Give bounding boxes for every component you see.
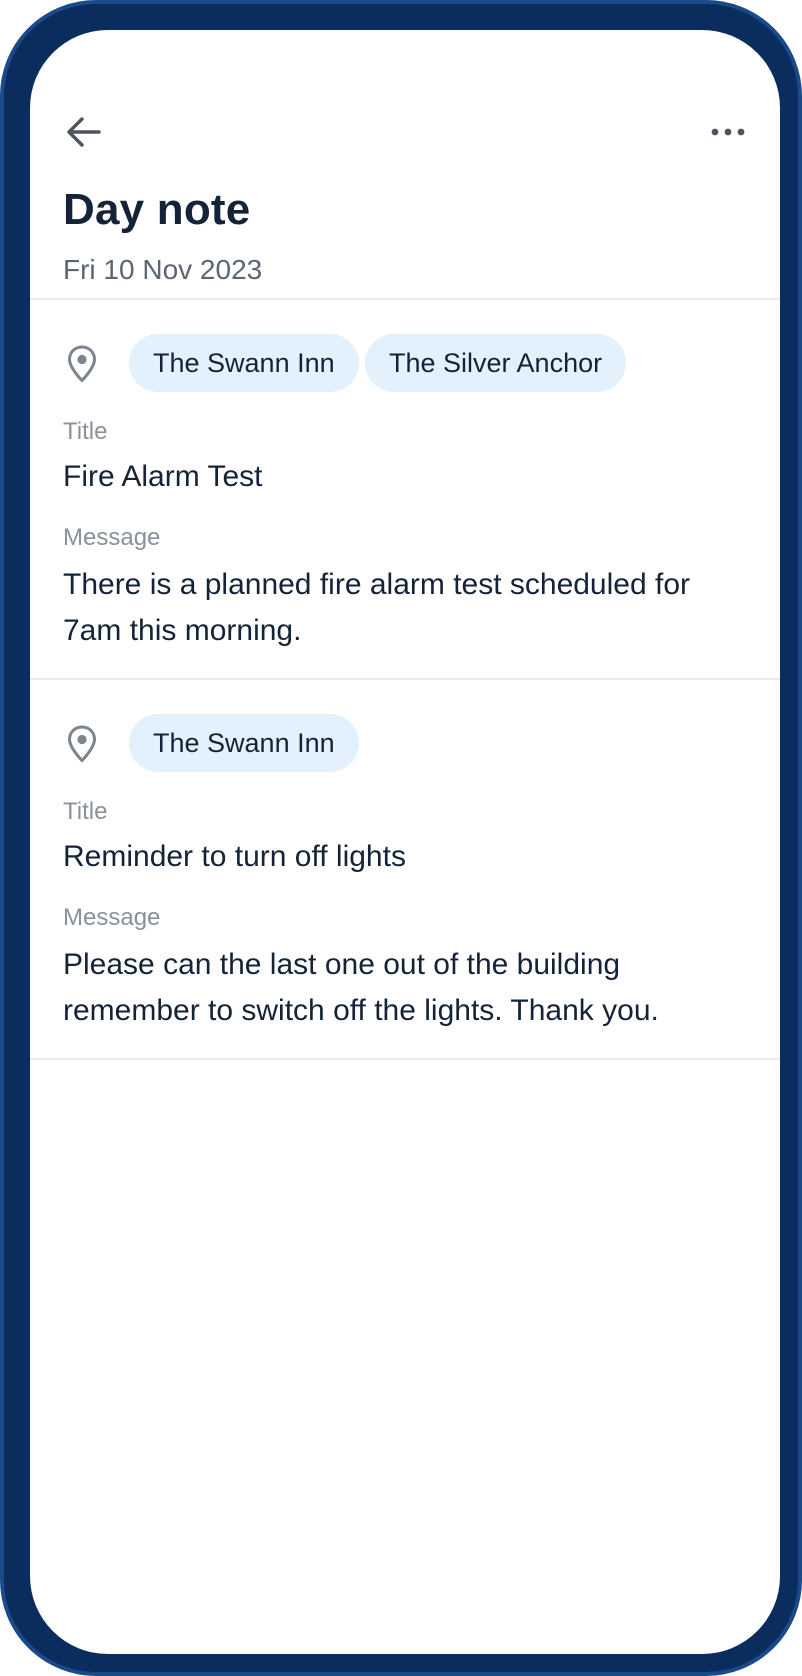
location-row: The Swann Inn The Silver Anchor — [30, 334, 780, 392]
page-date: Fri 10 Nov 2023 — [63, 254, 263, 285]
divider — [30, 678, 780, 680]
location-chip[interactable]: The Swann Inn — [129, 714, 359, 772]
note-message: There is a planned fire alarm test sched… — [63, 568, 690, 647]
location-row: The Swann Inn — [30, 714, 780, 772]
day-note-card[interactable]: The Swann Inn The Silver Anchor Title Fi… — [30, 334, 780, 674]
more-horizontal-icon — [711, 128, 745, 136]
more-options-button[interactable] — [704, 108, 752, 156]
note-title: Fire Alarm Test — [63, 460, 263, 493]
location-chip[interactable]: The Swann Inn — [129, 334, 359, 392]
note-message: Please can the last one out of the build… — [63, 948, 659, 1027]
location-pin-icon — [67, 345, 97, 383]
divider — [30, 1058, 780, 1060]
title-label: Title — [63, 418, 108, 445]
location-pin-icon — [67, 725, 97, 763]
message-label: Message — [63, 904, 161, 931]
divider — [30, 298, 780, 300]
day-note-card[interactable]: The Swann Inn Title Reminder to turn off… — [30, 714, 780, 1054]
message-label: Message — [63, 524, 161, 551]
note-title: Reminder to turn off lights — [63, 840, 406, 873]
title-label: Title — [63, 798, 108, 825]
back-button[interactable] — [60, 108, 108, 156]
location-chip[interactable]: The Silver Anchor — [365, 334, 627, 392]
device-frame: Day note Fri 10 Nov 2023 The Swann Inn T… — [0, 0, 802, 1676]
arrow-left-icon — [67, 117, 101, 147]
page-title: Day note — [63, 185, 251, 234]
app-screen: Day note Fri 10 Nov 2023 The Swann Inn T… — [30, 30, 780, 1654]
